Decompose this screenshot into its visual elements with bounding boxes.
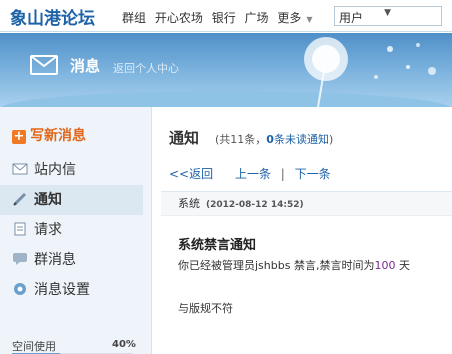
pager-divider: | [280,167,285,181]
sidebar-item-requests[interactable]: 请求 [0,215,143,245]
top-navbar: 象山港论坛 群组 开心农场 银行 广场 更多 ▼ 用户 ▼ [0,0,452,32]
message-panel: 系统 (2012-08-12 14:52) 系统禁言通知 你已经被管理员jshbb… [161,191,452,354]
notification-count: (共11条，0条未读通知) [215,131,333,147]
page-banner: 消息 返回个人中心 [0,33,452,107]
sidebar-item-label: 通知 [34,192,62,208]
plus-icon: + [12,129,26,144]
pencil-icon [13,192,27,206]
message-time: (2012-08-12 14:52) [206,200,304,210]
message-header: 系统 (2012-08-12 14:52) [161,192,452,216]
sidebar-item-inbox[interactable]: 站内信 [0,155,143,185]
message-title: 系统禁言通知 [178,238,257,253]
main-nav: 群组 开心农场 银行 广场 更多 ▼ [122,9,323,26]
compose-message-button[interactable]: + 写新消息 [12,125,86,145]
unread-count: 0 [266,133,274,146]
message-pager: <<返回 上一条 | 下一条 [169,165,331,182]
unread-notifications-link[interactable]: 条未读通知 [274,133,329,146]
dandelion-decoration [304,37,436,107]
page-title: 通知 [169,129,200,147]
user-dropdown-label: 用户 [339,11,364,25]
document-icon [14,222,26,236]
count-suffix: ) [328,133,334,146]
nav-bank[interactable]: 银行 [212,11,236,25]
message-body-prefix: 你已经被管理员jshbbs 禁言,禁言时间为 [178,259,375,272]
sidebar-item-group-messages[interactable]: 群消息 [0,245,143,275]
message-reason: 与版规不符 [178,302,233,315]
sidebar-item-label: 群消息 [34,252,76,268]
back-to-profile-link[interactable]: 返回个人中心 [113,60,179,76]
envelope-icon [30,55,58,75]
space-usage-label: 空间使用 [12,340,56,353]
sidebar-item-settings[interactable]: 消息设置 [0,275,143,305]
ban-days: 100 [374,259,396,272]
sidebar-item-label: 消息设置 [34,282,90,298]
chevron-down-icon: ▼ [384,8,391,18]
nav-more-label: 更多 [277,11,302,25]
sidebar: + 写新消息 站内信 通知 请求 群消息 消息设置 空间使用 40% [0,107,152,354]
chevron-down-icon: ▼ [306,15,313,24]
nav-square[interactable]: 广场 [245,11,269,25]
nav-farm[interactable]: 开心农场 [155,11,203,25]
gear-icon [14,283,26,295]
count-prefix: (共11条， [215,133,267,146]
sidebar-item-label: 站内信 [34,162,76,178]
message-sender: 系统 [178,197,200,210]
back-link[interactable]: <<返回 [169,167,213,181]
sidebar-item-notifications[interactable]: 通知 [0,185,143,215]
sidebar-item-label: 请求 [34,222,62,238]
envelope-icon [12,163,28,175]
space-usage-percent: 40% [112,339,136,350]
banner-title: 消息 [70,57,101,75]
next-message-link[interactable]: 下一条 [295,167,331,181]
nav-more[interactable]: 更多 ▼ [277,11,317,25]
site-logo[interactable]: 象山港论坛 [10,4,95,29]
message-body-suffix: 天 [395,259,410,272]
message-body: 你已经被管理员jshbbs 禁言,禁言时间为100 天 [178,257,410,273]
prev-message-link[interactable]: 上一条 [235,167,271,181]
nav-groups[interactable]: 群组 [122,11,146,25]
main-content: 通知 (共11条，0条未读通知) <<返回 上一条 | 下一条 系统 (2012-… [153,107,452,354]
user-dropdown[interactable]: 用户 ▼ [334,6,442,26]
compose-label: 写新消息 [30,128,86,144]
chat-bubble-icon [13,253,27,265]
